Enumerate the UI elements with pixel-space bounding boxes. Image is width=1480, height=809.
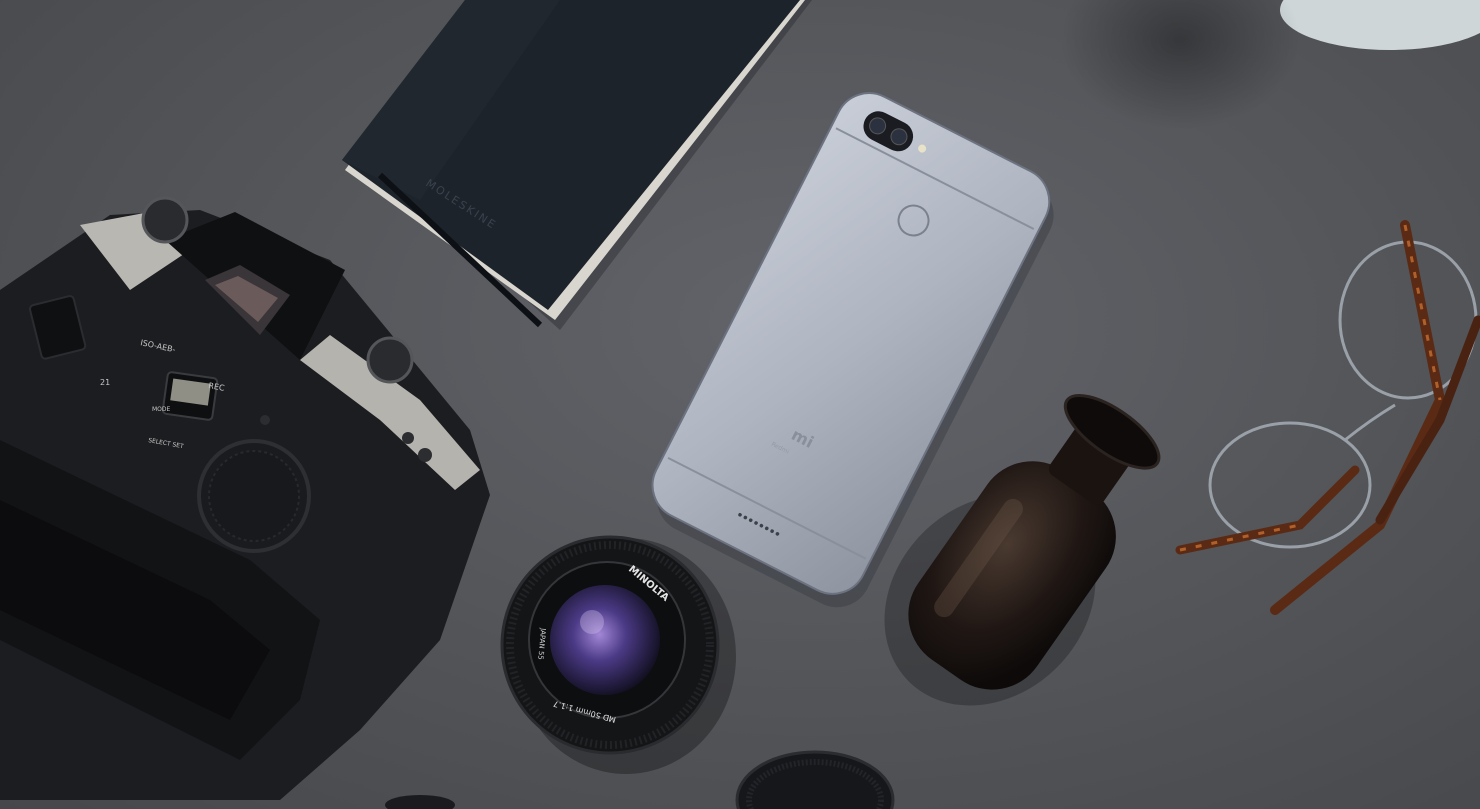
camera-label-21: 21 xyxy=(100,378,110,387)
lens-cap xyxy=(735,750,895,809)
blurred-object xyxy=(1060,0,1480,130)
eyeglasses xyxy=(1175,220,1480,615)
scene-drawing: MOLESKINE mi Redmi ISO-AEB- 21 REC MODE … xyxy=(0,0,1480,809)
lens-glass xyxy=(550,585,660,695)
shutter-dial xyxy=(141,196,189,244)
small-object xyxy=(385,795,455,809)
film-camera: ISO-AEB- 21 REC MODE SELECT SET xyxy=(0,196,490,800)
camera-label-mode: MODE xyxy=(152,406,171,413)
control-dial xyxy=(366,336,414,384)
minolta-lens: MINOLTA MD 50mm 1:1.7 JAPAN 55 xyxy=(500,535,736,774)
photo-scene: MOLESKINE mi Redmi ISO-AEB- 21 REC MODE … xyxy=(0,0,1480,809)
notebook: MOLESKINE xyxy=(342,0,812,330)
